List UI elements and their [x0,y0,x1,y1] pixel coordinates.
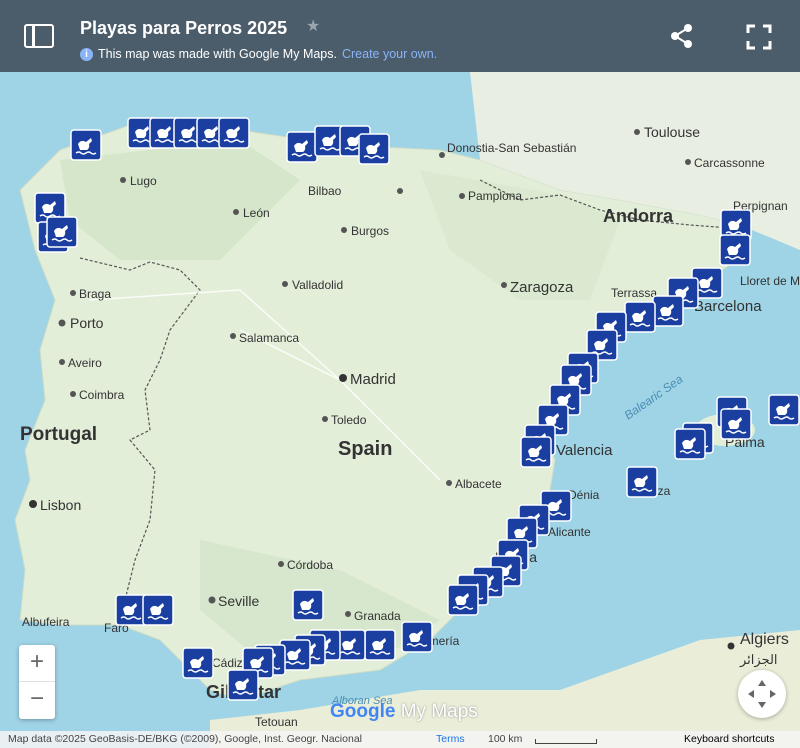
dog-beach-marker[interactable] [626,466,658,498]
dog-beach-marker[interactable] [218,117,250,149]
svg-text:Balearic Sea: Balearic Sea [622,372,686,423]
svg-text:Algiers: Algiers [740,631,789,648]
dog-beach-marker[interactable] [401,621,433,653]
svg-text:الجزائر: الجزائر [739,652,778,668]
dog-beach-marker[interactable] [292,589,324,621]
dog-beach-marker[interactable] [652,295,684,327]
svg-text:Coimbra: Coimbra [79,388,125,402]
dog-beach-marker[interactable] [768,394,800,426]
svg-text:Alicante: Alicante [548,525,591,539]
dog-beach-marker[interactable] [286,131,318,163]
star-icon[interactable]: ★ [306,16,320,36]
dog-beach-marker[interactable] [182,647,214,679]
svg-text:Dénia: Dénia [568,488,600,502]
svg-text:Carcassonne: Carcassonne [694,156,765,170]
dog-beach-marker[interactable] [142,594,174,626]
svg-text:Lloret de Mar: Lloret de Mar [740,274,800,288]
country-label-andorra: Andorra [603,206,674,226]
dog-beach-marker[interactable] [115,594,147,626]
svg-text:Toledo: Toledo [331,413,367,427]
google-my-maps-logo: Google My Maps [330,701,478,722]
svg-text:Terrassa: Terrassa [611,286,657,300]
svg-text:Zaragoza: Zaragoza [510,279,574,296]
dog-beach-marker[interactable] [520,436,552,468]
svg-text:Burgos: Burgos [351,224,389,238]
map-data-attribution: Map data ©2025 GeoBasis-DE/BKG (©2009), … [8,733,362,745]
map-subtitle: i This map was made with Google My Maps.… [80,47,437,61]
terms-link[interactable]: Terms [436,733,465,745]
map-header: Playas para Perros 2025 ★ i This map was… [0,0,800,72]
dog-beach-marker[interactable] [720,408,752,440]
map-footer: Map data ©2025 GeoBasis-DE/BKG (©2009), … [0,731,800,748]
dog-beach-marker[interactable] [70,129,102,161]
dog-beach-marker[interactable] [358,133,390,165]
dog-beach-marker[interactable] [447,584,479,616]
fullscreen-icon[interactable] [746,24,772,50]
svg-text:Salamanca: Salamanca [239,331,299,345]
svg-text:Seville: Seville [218,593,259,609]
svg-text:Albufeira: Albufeira [22,615,70,629]
svg-text:Porto: Porto [70,315,104,331]
map-title: Playas para Perros 2025 [80,18,288,38]
info-icon: i [80,47,93,61]
svg-text:Valladolid: Valladolid [292,278,343,292]
dog-beach-marker[interactable] [674,428,706,460]
svg-text:Braga: Braga [79,287,111,301]
svg-text:Barcelona: Barcelona [694,298,762,315]
svg-text:Donostia-San Sebastián: Donostia-San Sebastián [447,141,576,155]
scale-label[interactable]: 100 km [488,733,522,745]
zoom-out-button[interactable]: − [19,682,55,719]
sidebar-toggle-icon[interactable] [24,24,54,48]
svg-text:Albacete: Albacete [455,477,502,491]
dog-beach-marker[interactable] [719,234,751,266]
dog-beach-marker[interactable] [46,216,78,248]
map-viewer: Portugal Spain Andorra Toulouse Carcasso… [0,0,800,748]
zoom-control: + − [19,645,55,719]
svg-text:Madrid: Madrid [350,371,396,388]
dog-beach-marker[interactable] [624,301,656,333]
svg-text:Toulouse: Toulouse [644,124,700,140]
create-own-link[interactable]: Create your own. [342,47,437,61]
svg-text:Lugo: Lugo [130,174,157,188]
svg-text:Córdoba: Córdoba [287,558,333,572]
dog-beach-marker[interactable] [227,669,259,701]
svg-text:León: León [243,206,270,220]
country-label-portugal: Portugal [20,424,97,445]
map-canvas[interactable]: Portugal Spain Andorra Toulouse Carcasso… [0,0,800,748]
subtitle-text: This map was made with Google My Maps. [98,47,337,61]
scale-bar [535,739,597,744]
zoom-in-button[interactable]: + [19,645,55,682]
svg-text:Bilbao: Bilbao [308,184,342,198]
svg-text:Cádiz: Cádiz [212,656,243,670]
dog-beach-marker[interactable] [364,629,396,661]
country-label-spain: Spain [338,438,392,460]
svg-text:Aveiro: Aveiro [68,356,102,370]
keyboard-shortcuts-link[interactable]: Keyboard shortcuts [684,733,774,745]
svg-text:Tetouan: Tetouan [255,715,298,729]
svg-text:Valencia: Valencia [556,442,613,459]
svg-text:Granada: Granada [354,609,401,623]
recenter-icon[interactable] [738,670,786,718]
share-icon[interactable] [668,22,696,50]
svg-text:Lisbon: Lisbon [40,497,81,513]
svg-text:Pamplona: Pamplona [468,189,522,203]
